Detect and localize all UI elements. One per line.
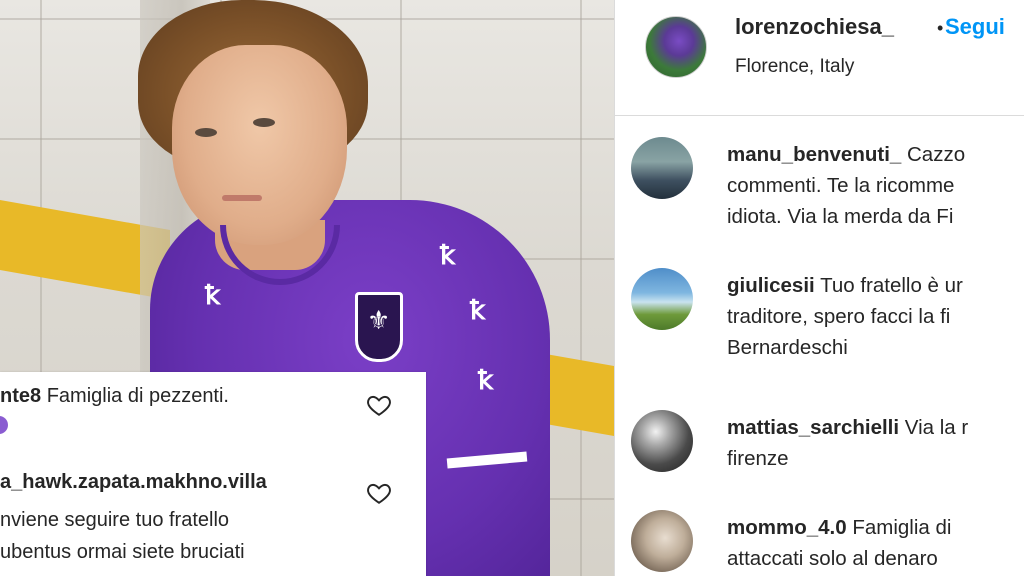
comment-body: giulicesii Tuo fratello è ur traditore, … [727,270,1024,363]
comment-body: manu_benvenuti_ Cazzo commenti. Te la ri… [727,139,1024,232]
comment-text: idiota. Via la merda da Fi [727,205,954,228]
comment-text: Via la r [904,416,969,439]
author-username[interactable]: lorenzochiesa_ [735,14,894,40]
face [172,45,347,245]
right-eye [253,118,275,127]
overlay-comment: nte8 Famiglia di pezzenti. [0,382,229,410]
kappa-logo: ꝁ [478,365,494,395]
comment-text: Famiglia di pezzenti. [46,385,229,407]
commenter-avatar[interactable] [631,268,693,330]
comment-body: mommo_4.0 Famiglia di attaccati solo al … [727,512,1024,574]
author-avatar[interactable] [645,16,707,78]
comment-username[interactable]: mattias_sarchielli [727,416,899,439]
post-location[interactable]: Florence, Italy [735,56,854,78]
post-header: lorenzochiesa_ • Segui Florence, Italy [615,0,1024,116]
mouth [222,195,262,201]
comment-text: Bernardeschi [727,336,848,359]
post-side-panel: lorenzochiesa_ • Segui Florence, Italy m… [614,0,1024,576]
kappa-logo: ꝁ [470,295,486,325]
club-crest [355,292,403,362]
wall-stripe-right [540,352,614,438]
comment-text: ubentus ormai siete bruciati [0,541,245,563]
left-eye [195,128,217,137]
comment-text: nviene seguire tuo fratello [0,509,230,531]
kappa-logo: ꝁ [205,280,221,310]
follow-button[interactable]: Segui [945,14,1005,40]
commenter-avatar[interactable] [631,137,693,199]
heart-outline-icon[interactable] [366,480,392,506]
commenter-avatar[interactable] [631,410,693,472]
commenter-avatar[interactable] [631,510,693,572]
comment-text: traditore, spero facci la fi [727,305,951,328]
kappa-logo: ꝁ [440,240,456,270]
comment-text: attaccati solo al denaro [727,547,938,570]
comment-username[interactable]: nte8 [0,385,41,407]
overlay-comment-card: nte8 Famiglia di pezzenti. a_hawk.zapata… [0,372,426,576]
comment-text: firenze [727,447,789,470]
comment-username[interactable]: a_hawk.zapata.makhno.villa [0,471,267,493]
separator-dot: • [937,18,944,38]
comment-username[interactable]: manu_benvenuti_ [727,143,901,166]
comment-text: Famiglia di [852,516,952,539]
comment-text: Cazzo [907,143,966,166]
heart-outline-icon[interactable] [366,392,392,418]
overlay-comment: a_hawk.zapata.makhno.villa [0,468,267,496]
comment-text: commenti. Te la ricomme [727,174,955,197]
comment-username[interactable]: mommo_4.0 [727,516,847,539]
comment-username[interactable]: giulicesii [727,274,815,297]
comment-text: Tuo fratello è ur [820,274,963,297]
comment-body: mattias_sarchielli Via la r firenze [727,412,1024,474]
